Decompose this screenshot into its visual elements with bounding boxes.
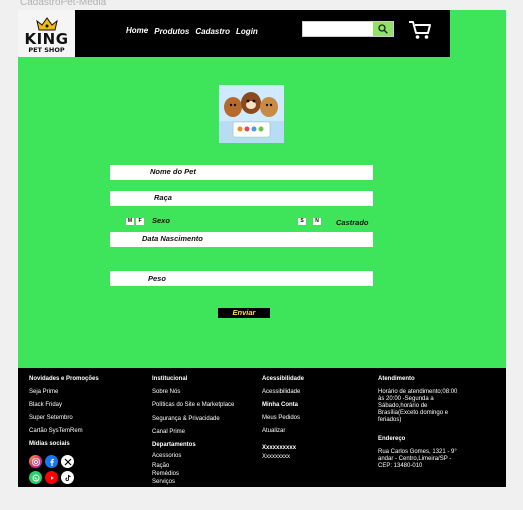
footer-link[interactable]: Atualizar — [262, 428, 362, 435]
sex-f-option[interactable]: F — [136, 218, 144, 225]
footer-link[interactable]: Super Setembro — [29, 415, 139, 422]
footer-col-accessibility: Acessibilidade Acessibilidade Minha Cont… — [262, 376, 362, 467]
social-row — [29, 455, 139, 468]
pet-name-field[interactable]: Nome do Pet — [110, 165, 373, 180]
footer-link[interactable]: Meus Pedidos — [262, 415, 362, 422]
footer-link[interactable]: Canal Prime — [152, 429, 257, 436]
search-icon — [378, 24, 388, 34]
sex-label: Sexo — [152, 216, 170, 225]
nav-cadastro[interactable]: Cadastro — [195, 27, 230, 36]
footer-link[interactable]: Acessibilidade — [262, 389, 362, 396]
footer-heading: Novidades e Promoções — [29, 376, 99, 382]
address-text: Rua Carlos Gomes, 1321 - 9° andar - Cent… — [378, 449, 457, 469]
tiktok-icon[interactable] — [61, 471, 74, 484]
footer-link[interactable]: Serviços — [152, 479, 257, 486]
breed-label: Raça — [154, 193, 172, 202]
footer-link[interactable]: Seja Prime — [29, 389, 139, 396]
youtube-icon[interactable] — [45, 471, 58, 484]
footer-link[interactable]: Políticas do Site e Marketplace — [152, 402, 257, 409]
weight-field[interactable]: Peso — [110, 271, 373, 286]
footer-heading: Mídias sociais — [29, 441, 70, 447]
header: KING PET SHOP Home Produtos Cadastro Log… — [18, 10, 450, 57]
nav-home[interactable]: Home — [126, 26, 148, 35]
footer-link[interactable]: Black Friday — [29, 402, 139, 409]
frame-title: CadastroPet-Media — [20, 0, 107, 8]
weight-label: Peso — [148, 274, 166, 283]
sex-m-option[interactable]: M — [126, 218, 134, 225]
instagram-icon[interactable] — [29, 455, 42, 468]
breed-field[interactable]: Raça — [110, 191, 373, 206]
crown-icon — [35, 17, 58, 31]
search-button[interactable] — [373, 22, 393, 36]
neutered-label: Castrado — [336, 218, 369, 227]
submit-button[interactable]: Enviar — [218, 308, 270, 318]
footer-link[interactable]: Acessorios — [152, 453, 257, 460]
cart-icon[interactable] — [408, 20, 432, 40]
nav-produtos[interactable]: Produtos — [154, 27, 189, 36]
pets-hero-image — [219, 85, 284, 143]
birth-date-field[interactable]: Data Nascimento — [110, 232, 373, 247]
footer-link[interactable]: Sobre Nós — [152, 389, 257, 396]
footer-heading: Institucional — [152, 376, 188, 382]
footer-link[interactable]: Segurança & Privacidade — [152, 416, 257, 423]
opening-hours-text: Horário de atendimento;08:00 às 20:00 -S… — [378, 389, 458, 423]
footer-col-service: Atendimento Horário de atendimento;08:00… — [378, 376, 462, 470]
logo-subtext: PET SHOP — [28, 46, 65, 54]
whatsapp-icon[interactable] — [29, 471, 42, 484]
search-input[interactable] — [303, 22, 373, 36]
logo-text: KING — [24, 30, 69, 48]
pet-name-label: Nome do Pet — [150, 167, 196, 176]
social-row — [29, 471, 139, 484]
footer-heading: Acessibilidade — [262, 376, 305, 382]
footer: Novidades e Promoções Seja Prime Black F… — [18, 368, 506, 487]
footer-heading: Atendimento — [378, 376, 415, 382]
footer-col-institutional: Institucional Sobre Nós Políticas do Sit… — [152, 376, 257, 487]
footer-link[interactable]: Cartão SysTemRem — [29, 428, 139, 435]
search-box — [302, 21, 394, 37]
birth-date-label: Data Nascimento — [142, 234, 203, 243]
footer-heading: Xxxxxxxxxx — [262, 445, 297, 451]
footer-heading: Minha Conta — [262, 402, 298, 408]
nav-login[interactable]: Login — [236, 27, 258, 36]
footer-link[interactable]: Xxxxxxxxx — [262, 454, 362, 461]
logo[interactable]: KING PET SHOP — [18, 10, 75, 57]
footer-link[interactable]: Remédios — [152, 471, 257, 478]
footer-link[interactable]: Ração — [152, 463, 257, 470]
footer-heading: Endereço — [378, 436, 406, 442]
neutered-s-option[interactable]: S — [298, 218, 306, 225]
page-frame: KING PET SHOP Home Produtos Cadastro Log… — [18, 10, 506, 487]
main-nav: Home Produtos Cadastro Login — [126, 26, 258, 36]
facebook-icon[interactable] — [45, 455, 58, 468]
footer-heading: Departamentos — [152, 442, 196, 448]
x-icon[interactable] — [61, 455, 74, 468]
neutered-n-option[interactable]: N — [313, 218, 321, 225]
footer-col-promotions: Novidades e Promoções Seja Prime Black F… — [29, 376, 139, 487]
